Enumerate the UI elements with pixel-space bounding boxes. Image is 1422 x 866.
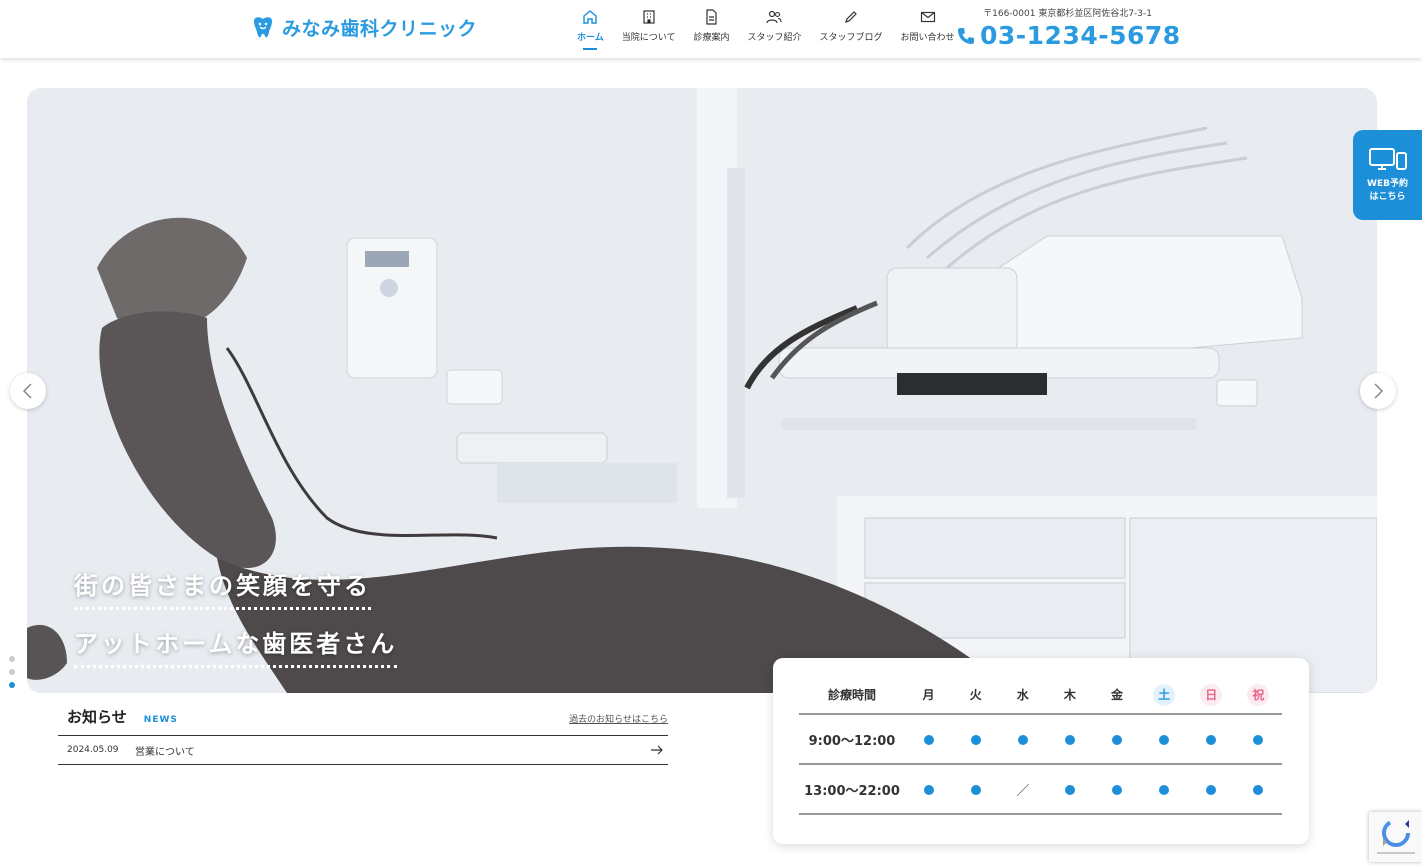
open-mark: [1187, 764, 1235, 815]
nav-blog[interactable]: スタッフブログ: [811, 8, 892, 50]
slider-pagination: [9, 656, 15, 688]
phone-number: 03-1234-5678: [980, 21, 1181, 50]
nav-contact-label: お問い合わせ: [900, 33, 955, 43]
slider-next-button[interactable]: [1360, 373, 1396, 409]
news-date: 2024.05.09: [67, 745, 119, 755]
news-title: お知らせ: [67, 708, 127, 726]
pencil-icon: [845, 11, 857, 23]
document-icon: [706, 9, 718, 25]
open-mark: [1140, 714, 1188, 765]
recaptcha-icon: [1377, 819, 1415, 854]
hours-table: 診療時間 月 火 水 木 金 土 日 祝 9:00〜12:00 13:00〜22…: [799, 676, 1282, 815]
open-mark: [1046, 714, 1094, 765]
catch-line-2: アットホームな歯医者さん: [74, 624, 398, 668]
day-sun: 日: [1187, 676, 1235, 715]
open-mark: [905, 714, 953, 765]
chevron-left-icon: [22, 383, 32, 399]
hero-slider: 街の皆さまの笑顔を守る アットホームな歯医者さん: [27, 88, 1377, 693]
news-archive-link[interactable]: 過去のお知らせはこちら: [569, 712, 668, 725]
main-nav: ホーム 当院について 診療案内 スタッフ紹介 スタッフブログ お問い合わせ: [568, 8, 964, 50]
arrow-right-icon: [651, 745, 663, 755]
closed-mark: ／: [999, 764, 1047, 815]
slider-dot-3[interactable]: [9, 682, 15, 688]
day-fri: 金: [1093, 676, 1141, 715]
day-mon: 月: [905, 676, 953, 715]
day-tue: 火: [952, 676, 1000, 715]
users-icon: [766, 10, 783, 24]
nav-blog-label: スタッフブログ: [819, 33, 883, 43]
web-reserve-line1: WEB予約: [1367, 179, 1408, 189]
open-mark: [1046, 764, 1094, 815]
time-slot-label: 9:00〜12:00: [799, 714, 905, 765]
day-thu: 木: [1046, 676, 1094, 715]
web-reserve-line2: はこちら: [1369, 192, 1406, 202]
chevron-right-icon: [1374, 383, 1384, 399]
day-wed: 水: [999, 676, 1047, 715]
header-contact: 〒166-0001 東京都杉並区阿佐谷北7-3-1 03-1234-5678: [956, 6, 1181, 50]
nav-staff-label: スタッフ紹介: [747, 33, 802, 43]
active-indicator: [583, 48, 598, 50]
phone-link[interactable]: 03-1234-5678: [956, 21, 1181, 50]
open-mark: [1234, 714, 1282, 765]
news-header: お知らせ NEWS 過去のお知らせはこちら: [58, 706, 668, 736]
nav-treatment-label: 診療案内: [693, 33, 730, 43]
open-mark: [1234, 764, 1282, 815]
building-icon: [642, 10, 655, 24]
open-mark: [1093, 714, 1141, 765]
nav-about-label: 当院について: [621, 33, 676, 43]
open-mark: [952, 764, 1000, 815]
slider-prev-button[interactable]: [10, 373, 46, 409]
mail-icon: [920, 11, 935, 23]
news-section: お知らせ NEWS 過去のお知らせはこちら 2024.05.09 営業について: [58, 706, 668, 765]
day-sat: 土: [1140, 676, 1188, 715]
clinic-address: 〒166-0001 東京都杉並区阿佐谷北7-3-1: [983, 9, 1152, 19]
site-header: みなみ歯科クリニック ホーム 当院について 診療案内 スタッフ紹介 スタッフブロ…: [0, 0, 1422, 58]
hero-catchcopy: 街の皆さまの笑顔を守る アットホームな歯医者さん: [74, 566, 398, 682]
nav-home[interactable]: ホーム: [568, 8, 613, 50]
open-mark: [952, 714, 1000, 765]
news-item[interactable]: 2024.05.09 営業について: [58, 736, 668, 765]
catch-line-1: 街の皆さまの笑顔を守る: [74, 566, 371, 610]
time-slot-label: 13:00〜22:00: [799, 764, 905, 815]
recaptcha-badge[interactable]: [1369, 812, 1422, 862]
open-mark: [1187, 714, 1235, 765]
news-subtitle: NEWS: [143, 715, 178, 725]
hours-header-label: 診療時間: [799, 676, 905, 715]
clinic-logo[interactable]: みなみ歯科クリニック: [250, 14, 477, 41]
open-mark: [999, 714, 1047, 765]
hours-header-row: 診療時間 月 火 水 木 金 土 日 祝: [799, 676, 1282, 715]
nav-treatment[interactable]: 診療案内: [684, 8, 738, 50]
nav-home-label: ホーム: [577, 33, 604, 43]
phone-icon: [958, 27, 974, 44]
home-icon: [583, 10, 598, 24]
slider-dot-2[interactable]: [9, 669, 15, 675]
tooth-logo-icon: [254, 16, 272, 37]
consultation-hours-card: 診療時間 月 火 水 木 金 土 日 祝 9:00〜12:00 13:00〜22…: [773, 658, 1309, 844]
hours-row-morning: 9:00〜12:00: [799, 714, 1282, 765]
slider-dot-1[interactable]: [9, 656, 15, 662]
day-holiday: 祝: [1234, 676, 1282, 715]
open-mark: [905, 764, 953, 815]
open-mark: [1140, 764, 1188, 815]
web-reservation-button[interactable]: WEB予約 はこちら: [1353, 130, 1422, 220]
open-mark: [1093, 764, 1141, 815]
news-text: 営業について: [135, 746, 195, 758]
hours-row-afternoon: 13:00〜22:00 ／: [799, 764, 1282, 815]
nav-staff[interactable]: スタッフ紹介: [738, 8, 810, 50]
nav-about[interactable]: 当院について: [613, 8, 685, 50]
logo-text: みなみ歯科クリニック: [282, 18, 478, 40]
nav-contact[interactable]: お問い合わせ: [892, 8, 964, 50]
devices-icon: [1368, 148, 1407, 170]
